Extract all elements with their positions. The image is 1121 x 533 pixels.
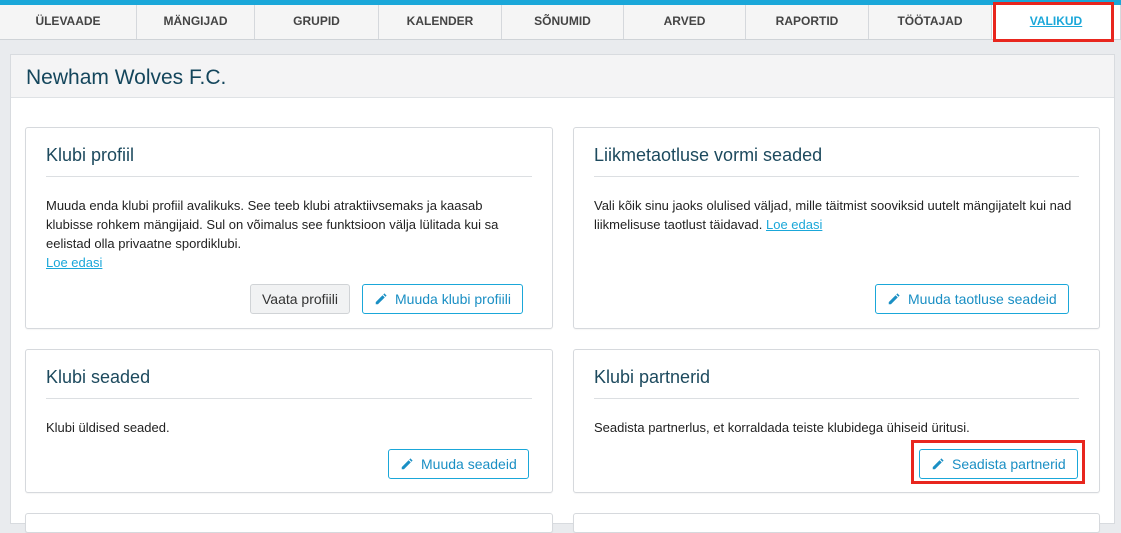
- card-title: Klubi seaded: [46, 367, 151, 387]
- divider: [594, 398, 1079, 399]
- tab-mangijad[interactable]: MÄNGIJAD: [137, 5, 255, 39]
- card-partial: [25, 513, 553, 533]
- card-title: Klubi profiil: [46, 145, 135, 165]
- description-text: Muuda enda klubi profiil avalikuks. See …: [46, 198, 499, 251]
- divider: [46, 398, 532, 399]
- edit-settings-label: Muuda seadeid: [421, 456, 517, 472]
- pencil-icon: [932, 458, 944, 470]
- pencil-icon: [375, 293, 387, 305]
- setup-partners-button[interactable]: Seadista partnerid: [919, 449, 1078, 479]
- edit-club-profile-button[interactable]: Muuda klubi profiili: [362, 284, 523, 314]
- tab-arved[interactable]: ARVED: [624, 5, 746, 39]
- description-text: Vali kõik sinu jaoks olulised väljad, mi…: [594, 198, 1072, 232]
- card-description: Klubi üldised seaded.: [46, 420, 170, 435]
- card-description: Seadista partnerlus, et korraldada teist…: [594, 420, 970, 435]
- edit-club-profile-label: Muuda klubi profiili: [395, 291, 511, 307]
- read-more-link[interactable]: Loe edasi: [766, 217, 822, 232]
- read-more-link[interactable]: Loe edasi: [46, 255, 102, 270]
- card-title: Klubi partnerid: [594, 367, 711, 387]
- tab-tootajad[interactable]: TÖÖTAJAD: [869, 5, 992, 39]
- divider: [594, 176, 1079, 177]
- tab-raportid[interactable]: RAPORTID: [746, 5, 869, 39]
- view-profile-button[interactable]: Vaata profiili: [250, 284, 351, 314]
- edit-application-settings-label: Muuda taotluse seadeid: [908, 291, 1057, 307]
- pencil-icon: [401, 458, 413, 470]
- card-club-profile: Klubi profiil Muuda enda klubi profiil a…: [25, 127, 553, 329]
- main-header: Newham Wolves F.C.: [11, 55, 1114, 98]
- tab-sonumid[interactable]: SÕNUMID: [502, 5, 624, 39]
- edit-application-settings-button[interactable]: Muuda taotluse seadeid: [875, 284, 1069, 314]
- tab-kalender[interactable]: KALENDER: [379, 5, 502, 39]
- card-description: Muuda enda klubi profiil avalikuks. See …: [46, 196, 532, 272]
- card-club-settings: Klubi seaded Klubi üldised seaded. Muuda…: [25, 349, 553, 493]
- tab-valikud[interactable]: VALIKUD: [992, 5, 1121, 39]
- card-application-form: Liikmetaotluse vormi seaded Vali kõik si…: [573, 127, 1100, 329]
- main-nav: ÜLEVAADE MÄNGIJAD GRUPID KALENDER SÕNUMI…: [0, 5, 1121, 40]
- page-title: Newham Wolves F.C.: [26, 66, 227, 89]
- divider: [46, 176, 532, 177]
- view-profile-label: Vaata profiili: [262, 291, 339, 307]
- card-title: Liikmetaotluse vormi seaded: [594, 145, 823, 165]
- edit-settings-button[interactable]: Muuda seadeid: [388, 449, 529, 479]
- card-partial: [573, 513, 1100, 533]
- tab-ulevaade[interactable]: ÜLEVAADE: [0, 5, 137, 39]
- pencil-icon: [888, 293, 900, 305]
- card-club-partners: Klubi partnerid Seadista partnerlus, et …: [573, 349, 1100, 493]
- tab-grupid[interactable]: GRUPID: [255, 5, 379, 39]
- card-description: Vali kõik sinu jaoks olulised väljad, mi…: [594, 196, 1079, 234]
- setup-partners-label: Seadista partnerid: [952, 456, 1066, 472]
